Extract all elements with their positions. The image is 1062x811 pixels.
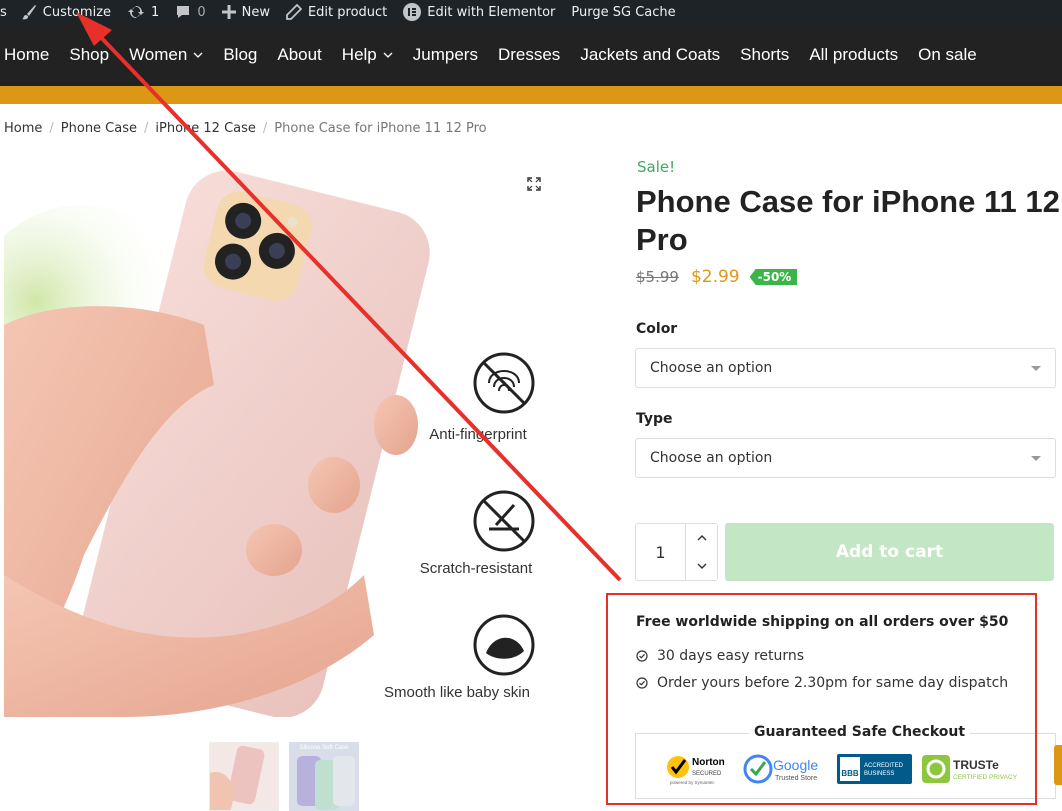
accent-bar: [0, 86, 1062, 104]
paintbrush-icon: [21, 5, 36, 20]
product-main-image[interactable]: Anti-fingerprint Scratch-resistant Smoot…: [4, 155, 565, 717]
color-label: Color: [636, 321, 678, 337]
breadcrumb-home[interactable]: Home: [4, 121, 42, 136]
product-title: Phone Case for iPhone 11 12 Pro: [636, 184, 1060, 257]
customize-label: Customize: [42, 4, 112, 20]
quantity-stepper: 1: [635, 523, 718, 581]
anti-fingerprint-label: Anti-fingerprint: [429, 426, 527, 443]
breadcrumb-phone-case[interactable]: Phone Case: [61, 121, 137, 136]
type-label: Type: [636, 411, 673, 427]
chevron-down-icon: [383, 52, 393, 58]
nav-item-shorts[interactable]: Shorts: [730, 45, 799, 65]
breadcrumb-separator: /: [262, 121, 268, 136]
nav-label: Home: [4, 45, 50, 64]
thumbnail-2-caption: Silicone Soft Case: [299, 745, 349, 751]
breadcrumb-separator: /: [49, 121, 54, 136]
breadcrumb-separator: /: [144, 121, 149, 136]
nav-label: Jackets and Coats: [580, 45, 721, 64]
breadcrumb: Home / Phone Case / iPhone 12 Case / Pho…: [4, 121, 487, 136]
nav-label: Shorts: [740, 45, 790, 64]
chevron-up-icon: [697, 535, 706, 541]
admin-bar-partial-label: s: [0, 4, 7, 20]
nav-item-blog[interactable]: Blog: [213, 45, 267, 65]
nav-label: Women: [129, 45, 188, 64]
nav-item-dresses[interactable]: Dresses: [488, 45, 570, 65]
nav-item-women[interactable]: Women: [119, 45, 213, 65]
edit-product-link[interactable]: Edit product: [278, 0, 395, 24]
chevron-down-icon: [697, 563, 706, 569]
thumbnail-1[interactable]: [209, 742, 279, 811]
nav-item-help[interactable]: Help: [332, 45, 403, 65]
color-select-value: Choose an option: [650, 360, 773, 376]
new-label: New: [241, 4, 270, 20]
smooth-skin-label: Smooth like baby skin: [384, 684, 530, 701]
type-select-value: Choose an option: [650, 450, 773, 466]
scratch-resistant-label: Scratch-resistant: [420, 560, 533, 577]
nav-item-shop[interactable]: Shop: [59, 45, 119, 65]
annotation-highlight-box: [606, 593, 1037, 805]
updates-icon: [128, 6, 145, 18]
zoom-icon[interactable]: [527, 177, 541, 191]
breadcrumb-iphone-12-case[interactable]: iPhone 12 Case: [155, 121, 256, 136]
comment-icon: [177, 6, 190, 18]
nav-label: Dresses: [497, 45, 561, 64]
nav-label: Shop: [69, 45, 110, 64]
nav-label: About: [277, 45, 322, 64]
old-price: $5.99: [636, 268, 679, 286]
nav-label: Jumpers: [412, 45, 478, 64]
pencil-icon: [286, 4, 302, 20]
updates-link[interactable]: 1: [119, 0, 167, 24]
customize-link[interactable]: Customize: [13, 0, 119, 24]
quantity-decrease[interactable]: [686, 552, 717, 580]
caret-down-icon: [1031, 456, 1041, 461]
nav-item-home[interactable]: Home: [0, 45, 59, 65]
nav-label: Help: [341, 45, 377, 64]
nav-label: On sale: [918, 45, 977, 64]
comments-link[interactable]: 0: [167, 0, 213, 24]
side-tab[interactable]: [1054, 745, 1062, 785]
comments-count: 0: [197, 4, 206, 20]
admin-bar-partial-item[interactable]: s: [0, 0, 13, 24]
main-navigation: Home Shop Women Blog About Help Jumpers …: [0, 24, 1062, 86]
plus-icon: [221, 5, 236, 19]
elementor-link[interactable]: Edit with Elementor: [395, 0, 563, 24]
price: $5.99 $2.99 -50%: [636, 267, 798, 287]
elementor-icon: [403, 3, 422, 21]
nav-item-on-sale[interactable]: On sale: [908, 45, 987, 65]
edit-product-label: Edit product: [307, 4, 388, 20]
add-to-cart-button[interactable]: Add to cart: [725, 523, 1054, 581]
nav-item-jumpers[interactable]: Jumpers: [403, 45, 488, 65]
nav-label: Blog: [223, 45, 258, 64]
product-photo: Anti-fingerprint Scratch-resistant Smoot…: [4, 170, 535, 717]
elementor-label: Edit with Elementor: [427, 4, 556, 20]
nav-label: All products: [809, 45, 899, 64]
thumbnail-2[interactable]: Silicone Soft Case: [289, 742, 359, 811]
updates-count: 1: [151, 4, 160, 20]
purge-cache-label: Purge SG Cache: [571, 4, 676, 20]
nav-item-about[interactable]: About: [267, 45, 331, 65]
new-price: $2.99: [690, 267, 740, 287]
quantity-increase[interactable]: [686, 524, 717, 552]
caret-down-icon: [1031, 366, 1041, 371]
color-select[interactable]: Choose an option: [635, 348, 1056, 388]
type-select[interactable]: Choose an option: [635, 438, 1056, 478]
quantity-arrows: [686, 524, 717, 580]
breadcrumb-current: Phone Case for iPhone 11 12 Pro: [274, 121, 487, 136]
admin-bar: s Customize 1 0 New Edit product Edit wi…: [0, 0, 1062, 24]
nav-item-jackets[interactable]: Jackets and Coats: [570, 45, 730, 65]
new-link[interactable]: New: [214, 0, 278, 24]
purge-cache-link[interactable]: Purge SG Cache: [563, 0, 683, 24]
nav-item-all-products[interactable]: All products: [799, 45, 908, 65]
quantity-input[interactable]: 1: [636, 524, 686, 580]
discount-badge: -50%: [749, 269, 798, 285]
chevron-down-icon: [193, 52, 203, 58]
sale-label: Sale!: [637, 158, 676, 176]
